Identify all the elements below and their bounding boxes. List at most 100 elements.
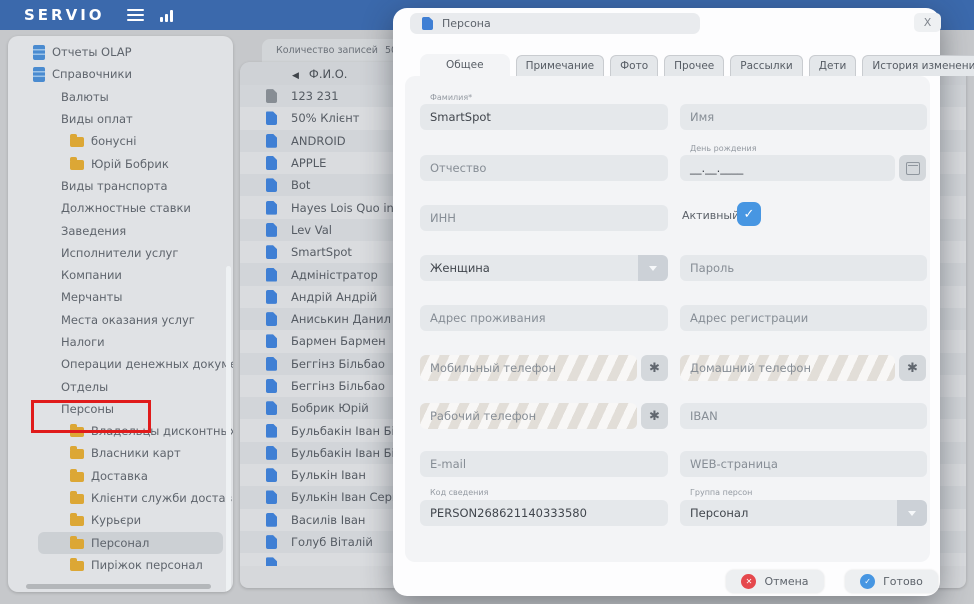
name-field[interactable]: Имя	[680, 104, 927, 130]
tab-label: Рассылки	[740, 60, 792, 72]
document-icon	[266, 223, 277, 237]
done-button[interactable]: Готово	[845, 570, 938, 593]
document-icon	[266, 379, 277, 393]
tab[interactable]: Дети	[809, 55, 857, 76]
tab[interactable]: Рассылки	[730, 55, 802, 76]
menu-icon[interactable]	[127, 9, 144, 21]
document-icon	[266, 468, 277, 482]
sidebar-item[interactable]: Мерчанты	[8, 286, 233, 308]
sidebar-item[interactable]: Валюты	[8, 86, 233, 108]
sidebar-item[interactable]: бонусні	[8, 130, 233, 152]
sidebar-item[interactable]: Юрій Бобрик	[8, 152, 233, 174]
sidebar-item-label: Должностные ставки	[61, 201, 191, 215]
close-button[interactable]: X	[914, 13, 941, 32]
sidebar-item[interactable]: Должностные ставки	[8, 197, 233, 219]
sidebar: Отчеты OLAP Справочники Валюты Виды опла…	[8, 36, 233, 592]
document-icon	[266, 245, 277, 259]
sidebar-horizontal-scrollbar[interactable]	[26, 584, 211, 589]
document-icon	[266, 490, 277, 504]
bar-chart-icon[interactable]	[160, 9, 173, 22]
address-residence-placeholder: Адрес проживания	[430, 311, 546, 325]
birthday-field[interactable]: __.__.____	[680, 155, 895, 181]
patronymic-field[interactable]: Отчество	[420, 155, 668, 181]
list-item-label: Булькін Іван	[291, 468, 366, 482]
document-icon	[266, 424, 277, 438]
sidebar-item[interactable]: Клієнти служби доставки	[8, 487, 233, 509]
sidebar-item[interactable]: Виды транспорта	[8, 175, 233, 197]
sidebar-item[interactable]: Пиріжок персонал	[8, 554, 233, 576]
work-phone-field[interactable]: Рабочий телефон	[420, 403, 637, 429]
info-code-field[interactable]: PERSON268621140333580	[420, 500, 668, 526]
tab[interactable]: Прочее	[664, 55, 724, 76]
chevron-down-icon[interactable]	[897, 500, 927, 526]
active-checkbox[interactable]	[737, 202, 761, 226]
chevron-down-icon[interactable]	[638, 255, 668, 281]
sidebar-item[interactable]: Компании	[8, 264, 233, 286]
app-logo[interactable]: SERVIO	[24, 6, 105, 24]
sidebar-item[interactable]: Отчеты OLAP	[8, 41, 233, 63]
sidebar-item[interactable]: Отделы	[8, 375, 233, 397]
tab[interactable]: История изменений	[862, 55, 974, 76]
sidebar-item[interactable]: Власники карт	[8, 442, 233, 464]
tab-label: Общее	[446, 59, 484, 71]
info-code-label: Код сведения	[430, 488, 488, 497]
sidebar-item[interactable]: Налоги	[8, 331, 233, 353]
birthday-mask: __.__.____	[690, 161, 743, 175]
modal-form: Фамилия* SmartSpot Имя Отчество День рож…	[405, 76, 930, 562]
modal-title: Персона	[442, 17, 491, 30]
sidebar-item[interactable]: Доставка	[8, 465, 233, 487]
sidebar-item-icon	[70, 472, 84, 482]
list-item-label: APPLE	[291, 156, 326, 170]
web-page-field[interactable]: WEB-страница	[680, 451, 927, 477]
email-field[interactable]: E-mail	[420, 451, 668, 477]
mobile-phone-field[interactable]: Мобильный телефон	[420, 355, 637, 381]
tab[interactable]: Примечание	[516, 55, 605, 76]
sidebar-item-label: Заведения	[61, 224, 126, 238]
sidebar-item[interactable]: Места оказания услуг	[8, 309, 233, 331]
gear-icon[interactable]	[641, 403, 668, 429]
home-phone-field[interactable]: Домашний телефон	[680, 355, 895, 381]
password-field[interactable]: Пароль	[680, 255, 927, 281]
tab[interactable]: Фото	[610, 55, 658, 76]
sidebar-item[interactable]: Заведения	[8, 219, 233, 241]
list-item-label: Василів Іван	[291, 513, 365, 527]
calendar-icon[interactable]	[899, 155, 926, 181]
sidebar-item[interactable]: Курьєри	[8, 509, 233, 531]
sidebar-item-icon	[70, 427, 84, 437]
list-item-label: Lev Val	[291, 223, 332, 237]
document-icon	[266, 334, 277, 348]
sidebar-item[interactable]: Операции денежных документов	[8, 353, 233, 375]
sidebar-vertical-scrollbar[interactable]	[226, 266, 231, 592]
sidebar-item-label: Владельцы дисконтных карт	[91, 424, 233, 438]
inn-field[interactable]: ИНН	[420, 205, 668, 231]
sidebar-item-label: Персонал	[91, 536, 149, 550]
home-phone-placeholder: Домашний телефон	[690, 361, 811, 375]
address-residence-field[interactable]: Адрес проживания	[420, 305, 668, 331]
iban-field[interactable]: IBAN	[680, 403, 927, 429]
sidebar-item[interactable]: Персоны	[8, 398, 233, 420]
sidebar-item-icon	[70, 494, 84, 504]
sidebar-item-label: Операции денежных документов	[61, 357, 233, 371]
sidebar-item[interactable]: Справочники	[8, 63, 233, 85]
sidebar-item-icon	[70, 137, 84, 147]
person-group-select[interactable]: Персонал	[680, 500, 927, 526]
cancel-button[interactable]: Отмена	[726, 570, 824, 593]
gear-icon[interactable]	[899, 355, 926, 381]
gear-icon[interactable]	[641, 355, 668, 381]
list-item-label: Бармен Бармен	[291, 334, 386, 348]
sidebar-item[interactable]: Владельцы дисконтных карт	[8, 420, 233, 442]
surname-field[interactable]: SmartSpot	[420, 104, 668, 130]
document-icon	[266, 513, 277, 527]
sidebar-item-label: Доставка	[91, 469, 148, 483]
sidebar-item-label: Валюты	[61, 90, 109, 104]
sidebar-item[interactable]: Виды оплат	[8, 108, 233, 130]
collapse-left-icon[interactable]	[292, 67, 299, 81]
done-label: Готово	[883, 575, 923, 588]
document-icon	[266, 357, 277, 371]
tab[interactable]: Общее	[420, 54, 510, 76]
gender-select[interactable]: Женщина	[420, 255, 668, 281]
sidebar-item[interactable]: Исполнители услуг	[8, 242, 233, 264]
name-placeholder: Имя	[690, 110, 714, 124]
address-registration-field[interactable]: Адрес регистрации	[680, 305, 927, 331]
sidebar-item[interactable]: Персонал	[38, 532, 223, 554]
